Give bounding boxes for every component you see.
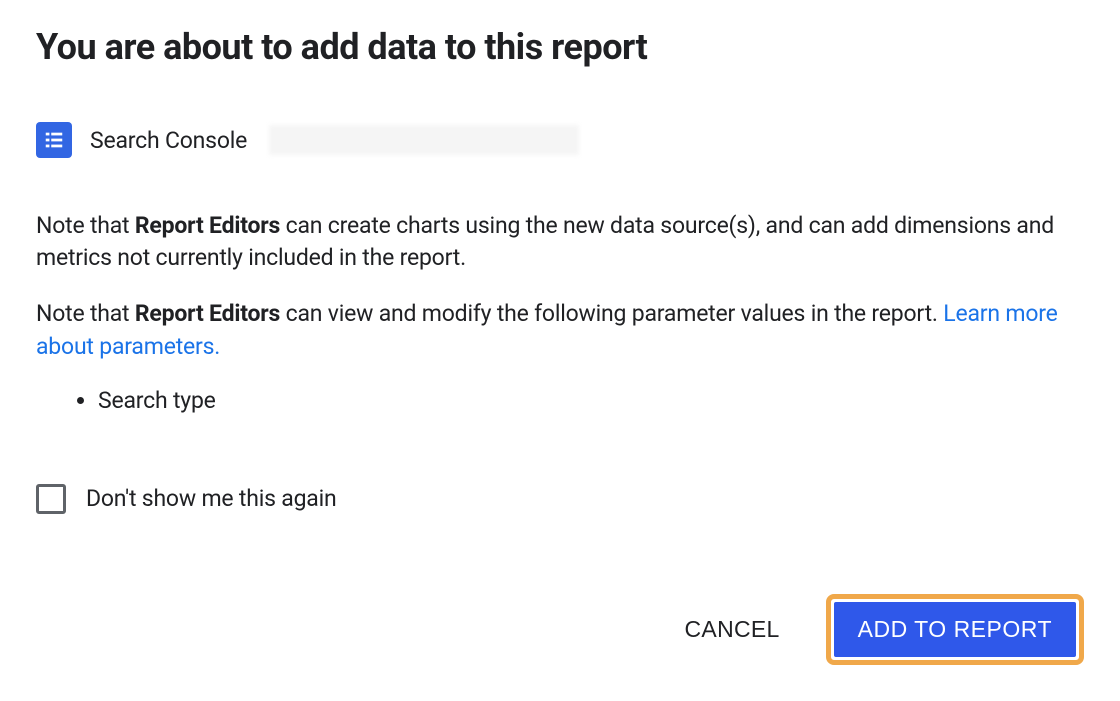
cancel-button[interactable]: CANCEL [685, 616, 780, 643]
text-bold: Report Editors [135, 212, 280, 239]
parameter-item: Search type [98, 387, 1084, 414]
dont-show-again-checkbox[interactable] [36, 484, 66, 514]
data-source-list-icon [36, 122, 72, 158]
data-source-row: Search Console [36, 122, 1084, 158]
dialog-actions: CANCEL ADD TO REPORT [36, 594, 1084, 665]
text-segment: Note that [36, 212, 135, 239]
dialog-title: You are about to add data to this report [36, 26, 1084, 68]
text-bold: Report Editors [135, 300, 280, 327]
dont-show-again-label: Don't show me this again [86, 485, 337, 512]
confirm-dialog: You are about to add data to this report… [0, 0, 1120, 701]
note-editors-parameters: Note that Report Editors can view and mo… [36, 298, 1084, 362]
add-to-report-highlight: ADD TO REPORT [826, 594, 1084, 665]
dont-show-again-row: Don't show me this again [36, 484, 1084, 514]
parameter-list: Search type [98, 387, 1084, 414]
text-segment: can view and modify the following parame… [280, 300, 943, 327]
redacted-source-name [269, 125, 579, 155]
add-to-report-button[interactable]: ADD TO REPORT [834, 602, 1076, 657]
note-editors-charts: Note that Report Editors can create char… [36, 210, 1084, 274]
text-segment: Note that [36, 300, 135, 327]
data-source-label: Search Console [90, 127, 247, 154]
